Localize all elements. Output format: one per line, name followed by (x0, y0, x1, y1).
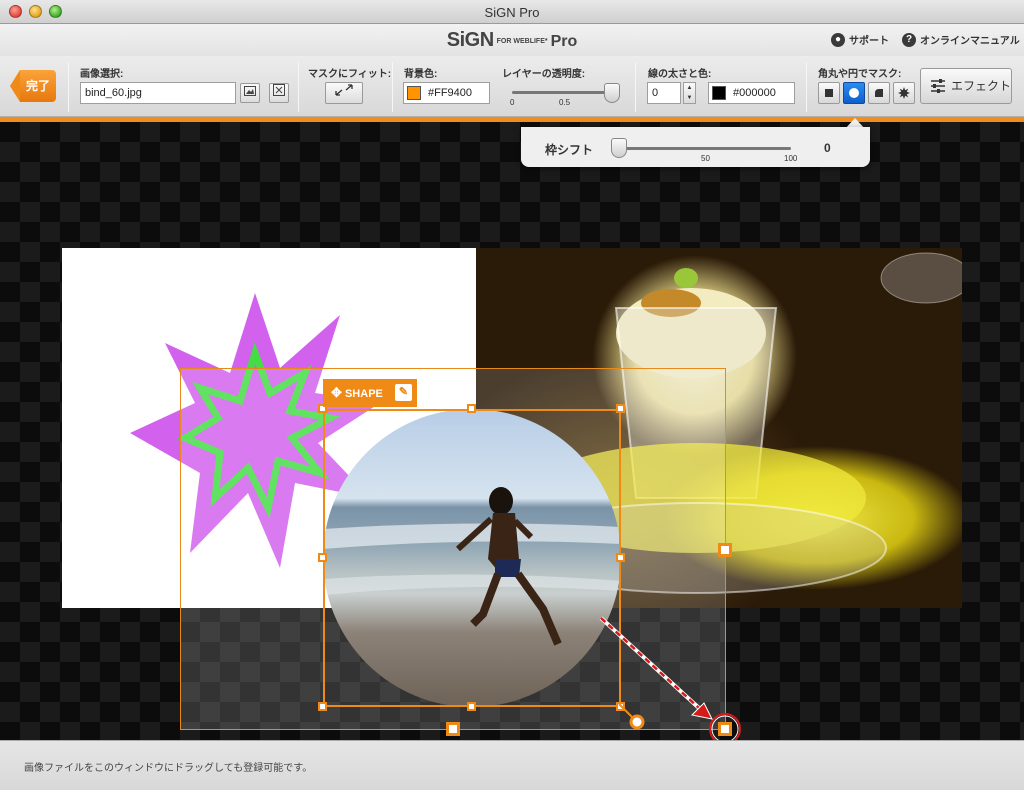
opacity-tick-mid: 0.5 (559, 98, 571, 107)
frame-shift-slider-thumb[interactable] (611, 138, 627, 158)
stroke-width-stepper[interactable]: ▲ ▼ (683, 82, 696, 104)
starburst-icon (898, 87, 910, 99)
image-file-field[interactable]: bind_60.jpg (80, 82, 236, 104)
stroke-label: 線の太さと色: (648, 69, 712, 80)
mask-label: 角丸や円でマスク: (818, 69, 902, 80)
frame-shift-tick-max: 100 (784, 154, 798, 163)
opacity-label: レイヤーの透明度: (502, 69, 586, 80)
move-icon[interactable]: ✥ (331, 385, 342, 400)
mask-starburst-button[interactable] (893, 82, 915, 104)
status-text: 画像ファイルをこのウィンドウにドラッグしても登録可能です。 (24, 763, 313, 774)
image-select-label: 画像選択: (80, 69, 124, 80)
fit-to-mask-button[interactable] (325, 82, 363, 104)
opacity-tick-min: 0 (510, 98, 515, 107)
resize-handle-bottom-left[interactable] (318, 702, 327, 711)
frame-shift-value: 0 (824, 141, 831, 155)
sliders-icon (931, 79, 945, 93)
resize-handle-top[interactable] (467, 404, 476, 413)
expand-arrows-icon (335, 84, 353, 96)
toolbar-divider (68, 62, 69, 112)
stroke-width-field[interactable]: 0 (647, 82, 681, 104)
resize-handle-top-right[interactable] (616, 404, 625, 413)
bg-color-swatch[interactable] (407, 86, 421, 100)
online-manual-link[interactable]: ? オンラインマニュアル (902, 32, 1020, 47)
person-icon: ● (831, 32, 845, 47)
done-label: 完了 (20, 70, 56, 102)
toolbar-divider (392, 62, 393, 112)
app-header: SiGN FOR WEBLIFE* Pro ● サポート ? オンラインマニュアル (0, 24, 1024, 56)
shape-tag[interactable]: ✥ SHAPE ✎ (323, 379, 417, 407)
mask-circle-button[interactable] (843, 82, 865, 104)
square-icon (825, 89, 833, 97)
frame-shift-label: 枠シフト (545, 143, 594, 157)
online-manual-label: オンラインマニュアル (920, 36, 1020, 47)
window-title: SiGN Pro (484, 5, 540, 20)
image-browse-button[interactable] (240, 83, 260, 103)
logo-for-text: FOR WEBLIFE* (496, 38, 548, 45)
frame-handle-bottom[interactable] (446, 722, 460, 736)
support-label: サポート (849, 36, 889, 47)
opacity-slider-thumb[interactable] (604, 83, 620, 103)
bg-color-label: 背景色: (404, 69, 438, 80)
rounded-corner-icon (875, 89, 883, 97)
selection-box[interactable] (323, 409, 621, 707)
effect-label: エフェクト (951, 79, 1012, 93)
fit-mask-label: マスクにフィット: (308, 69, 392, 80)
resize-handle-left[interactable] (318, 553, 327, 562)
toolbar-divider (806, 62, 807, 112)
status-bar: 画像ファイルをこのウィンドウにドラッグしても登録可能です。 (0, 740, 1024, 790)
title-bar: SiGN Pro (0, 0, 1024, 24)
back-arrow-icon (10, 70, 20, 102)
logo-pro-text: Pro (550, 33, 578, 50)
support-link[interactable]: ● サポート (831, 32, 889, 47)
circle-icon (849, 88, 859, 98)
toolbar-divider (298, 62, 299, 112)
logo-sign-text: SiGN (446, 29, 494, 51)
done-button[interactable]: 完了 (10, 70, 56, 102)
drag-arrow-icon (599, 616, 713, 720)
image-icon (244, 86, 256, 96)
resize-handle-bottom[interactable] (467, 702, 476, 711)
shape-tag-label: SHAPE (344, 388, 383, 400)
image-clear-button[interactable] (269, 83, 289, 103)
frame-handle-right[interactable] (718, 543, 732, 557)
resize-handle-right[interactable] (616, 553, 625, 562)
mask-square-button[interactable] (818, 82, 840, 104)
frame-shift-tick-mid: 50 (701, 154, 710, 163)
effect-button[interactable]: エフェクト (920, 68, 1012, 104)
edit-pencil-icon[interactable]: ✎ (395, 384, 412, 401)
frame-shift-slider-track[interactable] (615, 147, 791, 150)
clear-icon (273, 84, 285, 96)
frame-shift-popover: 枠シフト 50 100 0 (521, 127, 870, 167)
opacity-slider-track[interactable] (512, 91, 618, 94)
stroke-color-swatch[interactable] (712, 86, 726, 100)
toolbar-divider (635, 62, 636, 112)
mask-rounded-button[interactable] (868, 82, 890, 104)
help-icon: ? (902, 32, 916, 47)
